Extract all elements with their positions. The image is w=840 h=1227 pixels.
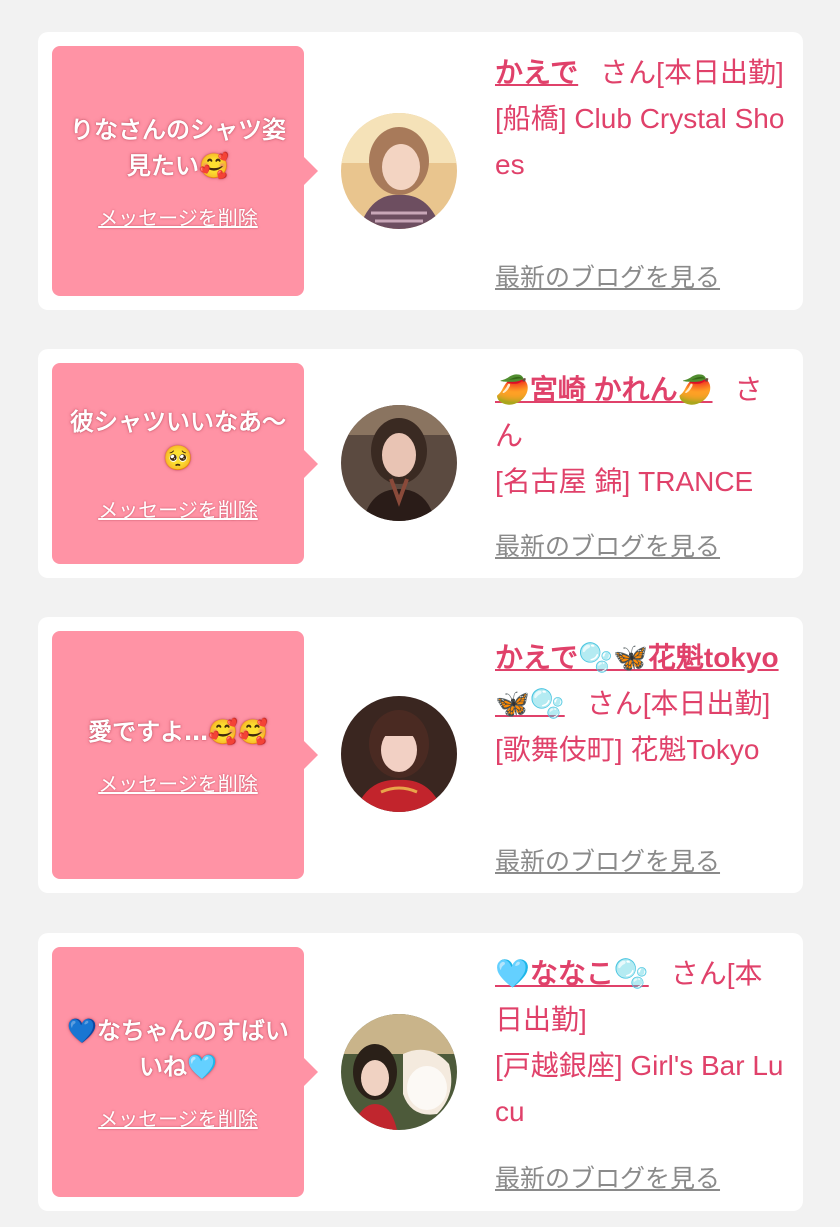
cast-info: 🩵ななこ🫧 さん[本日出勤] [戸越銀座] Girl's Bar Lucu bbox=[495, 951, 785, 1135]
cast-name-line: かえで さん[本日出勤] bbox=[495, 50, 785, 96]
message-bubble: 愛ですよ…🥰🥰 メッセージを削除 bbox=[52, 631, 318, 879]
cast-info: かえで🫧🦋花魁tokyo🦋🫧 さん[本日出勤] [歌舞伎町] 花魁Tokyo bbox=[495, 635, 785, 773]
message-list: りなさんのシャツ姿見たい🥰 メッセージを削除 かえで さん[本日出勤] [船橋] … bbox=[0, 0, 840, 1227]
avatar[interactable] bbox=[341, 1014, 457, 1130]
shop-name: [歌舞伎町] 花魁Tokyo bbox=[495, 734, 760, 765]
avatar[interactable] bbox=[341, 113, 457, 229]
latest-blog-link[interactable]: 最新のブログを見る bbox=[495, 1159, 720, 1195]
delete-message-link[interactable]: メッセージを削除 bbox=[98, 202, 258, 231]
latest-blog-link[interactable]: 最新のブログを見る bbox=[495, 527, 720, 563]
message-card: 彼シャツいいなあ〜🥺 メッセージを削除 🥭宮崎 かれん🥭 さん [名古屋 錦] T… bbox=[38, 349, 803, 578]
message-text: 愛ですよ…🥰🥰 bbox=[88, 717, 268, 746]
cast-status: さん[本日出勤] bbox=[586, 688, 771, 719]
message-bubble: 💙なちゃんのすばいいね🩵 メッセージを削除 bbox=[52, 947, 318, 1197]
cast-name-line: 🥭宮崎 かれん🥭 さん bbox=[495, 367, 785, 459]
cast-name-link[interactable]: かえで bbox=[495, 57, 578, 88]
delete-message-link[interactable]: メッセージを削除 bbox=[98, 768, 258, 797]
message-card: 💙なちゃんのすばいいね🩵 メッセージを削除 🩵ななこ🫧 さん[本日出勤] [戸越銀… bbox=[38, 933, 803, 1211]
cast-name-line: 🩵ななこ🫧 さん[本日出勤] bbox=[495, 951, 785, 1043]
cast-status: さん[本日出勤] bbox=[600, 57, 784, 88]
cast-info: 🥭宮崎 かれん🥭 さん [名古屋 錦] TRANCE bbox=[495, 367, 785, 505]
message-bubble: 彼シャツいいなあ〜🥺 メッセージを削除 bbox=[52, 363, 318, 564]
avatar[interactable] bbox=[341, 405, 457, 521]
message-card: 愛ですよ…🥰🥰 メッセージを削除 かえで🫧🦋花魁tokyo🦋🫧 さん[本日出勤] … bbox=[38, 617, 803, 893]
message-bubble: りなさんのシャツ姿見たい🥰 メッセージを削除 bbox=[52, 46, 318, 296]
latest-blog-link[interactable]: 最新のブログを見る bbox=[495, 258, 720, 294]
shop-name: [名古屋 錦] TRANCE bbox=[495, 466, 754, 497]
message-text: 彼シャツいいなあ〜🥺 bbox=[70, 408, 286, 472]
cast-info: かえで さん[本日出勤] [船橋] Club Crystal Shoes bbox=[495, 50, 785, 188]
delete-message-link[interactable]: メッセージを削除 bbox=[98, 1103, 258, 1132]
cast-name-link[interactable]: 🩵ななこ🫧 bbox=[495, 958, 649, 989]
latest-blog-link[interactable]: 最新のブログを見る bbox=[495, 842, 720, 878]
shop-name: [船橋] Club Crystal Shoes bbox=[495, 103, 785, 180]
cast-name-link[interactable]: 🥭宮崎 かれん🥭 bbox=[495, 374, 713, 405]
message-text: 💙なちゃんのすばいいね🩵 bbox=[67, 1016, 289, 1081]
cast-name-line: かえで🫧🦋花魁tokyo🦋🫧 さん[本日出勤] bbox=[495, 635, 785, 727]
message-text: りなさんのシャツ姿見たい🥰 bbox=[70, 115, 286, 180]
shop-name: [戸越銀座] Girl's Bar Lucu bbox=[495, 1050, 784, 1127]
delete-message-link[interactable]: メッセージを削除 bbox=[98, 494, 258, 523]
avatar[interactable] bbox=[341, 696, 457, 812]
message-card: りなさんのシャツ姿見たい🥰 メッセージを削除 かえで さん[本日出勤] [船橋] … bbox=[38, 32, 803, 310]
